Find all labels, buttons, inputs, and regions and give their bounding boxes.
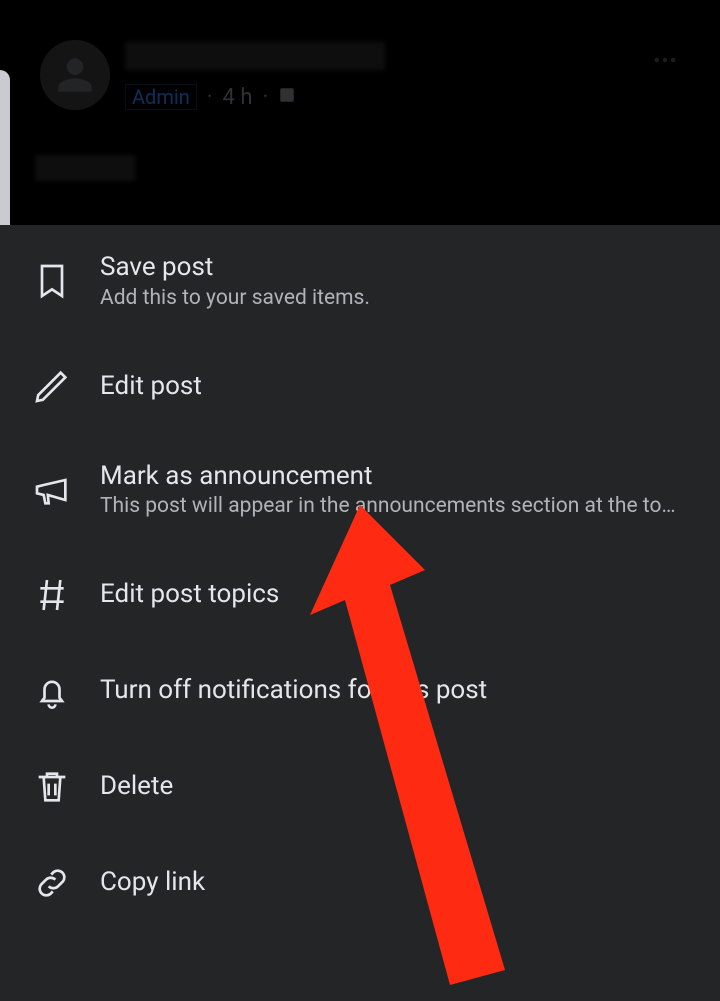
menu-delete[interactable]: Delete — [0, 739, 720, 835]
menu-announce-title: Mark as announcement — [100, 460, 690, 493]
menu-save-subtitle: Add this to your saved items. — [100, 284, 690, 312]
menu-delete-title: Delete — [100, 770, 690, 803]
trash-icon — [30, 765, 74, 809]
post-actions-sheet: Save post Add this to your saved items. … — [0, 225, 720, 1001]
post-header-dimmed: Admin · 4 h · — [0, 0, 720, 225]
menu-copy-link[interactable]: Copy link — [0, 835, 720, 931]
meta-separator: · — [262, 85, 268, 110]
hashtag-icon — [30, 573, 74, 617]
post-header-content: Admin · 4 h · — [0, 0, 720, 225]
post-meta-row: Admin · 4 h · — [125, 84, 296, 110]
bell-icon — [30, 669, 74, 713]
menu-save-title: Save post — [100, 251, 690, 284]
menu-edit-title: Edit post — [100, 370, 690, 403]
menu-edit-post[interactable]: Edit post — [0, 338, 720, 434]
meta-separator: · — [207, 85, 213, 110]
more-options-button[interactable] — [640, 40, 690, 80]
privacy-icon — [278, 85, 296, 110]
menu-save-post[interactable]: Save post Add this to your saved items. — [0, 225, 720, 338]
bookmark-icon — [30, 259, 74, 303]
pencil-icon — [30, 364, 74, 408]
menu-mark-announcement[interactable]: Mark as announcement This post will appe… — [0, 434, 720, 547]
author-name-redacted — [125, 42, 385, 70]
menu-topics-title: Edit post topics — [100, 578, 690, 611]
post-body-redacted — [35, 155, 135, 181]
avatar — [40, 40, 110, 110]
menu-edit-topics[interactable]: Edit post topics — [0, 547, 720, 643]
menu-turn-off-notifications[interactable]: Turn off notifications for this post — [0, 643, 720, 739]
megaphone-icon — [30, 468, 74, 512]
menu-copy-link-title: Copy link — [100, 866, 690, 899]
post-time: 4 h — [223, 85, 253, 110]
menu-announce-subtitle: This post will appear in the announcemen… — [100, 492, 690, 520]
admin-badge: Admin — [125, 84, 197, 110]
link-icon — [30, 861, 74, 905]
menu-notifications-title: Turn off notifications for this post — [100, 674, 690, 707]
